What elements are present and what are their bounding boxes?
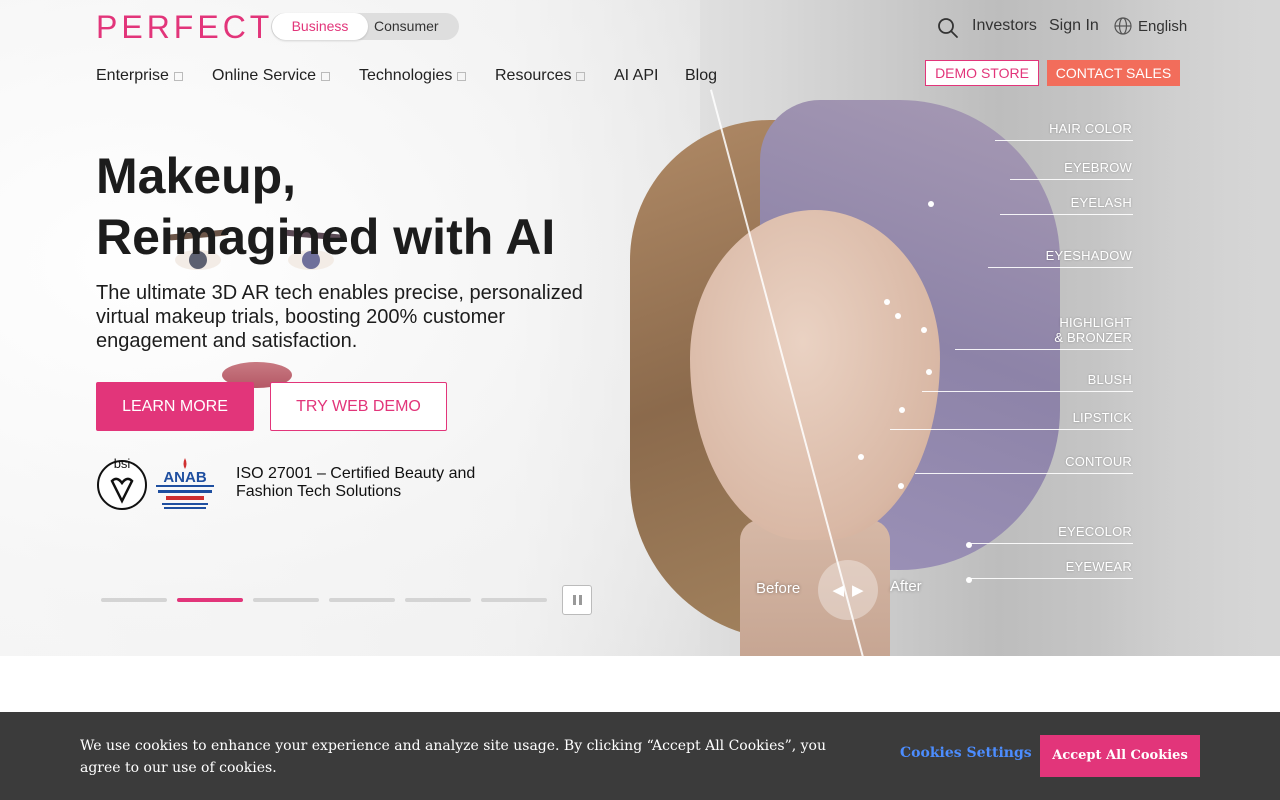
before-label: Before bbox=[756, 580, 801, 597]
slide-indicators bbox=[101, 598, 547, 602]
pause-icon bbox=[572, 595, 576, 605]
feature-hair-color: HAIR COLOR bbox=[1049, 121, 1132, 136]
slide-dot-3[interactable] bbox=[253, 598, 319, 602]
nav-enterprise[interactable]: Enterprise bbox=[96, 67, 183, 85]
feature-bronzer: & BRONZER bbox=[1054, 330, 1132, 345]
chevron-down-icon bbox=[576, 71, 586, 81]
feature-highlight: HIGHLIGHT bbox=[1059, 315, 1132, 330]
model-face-illustration bbox=[560, 90, 1080, 656]
svg-text:bsi: bsi bbox=[114, 456, 131, 471]
toggle-business[interactable]: Business bbox=[272, 13, 368, 40]
feature-lipstick: LIPSTICK bbox=[1072, 410, 1132, 425]
feature-blush: BLUSH bbox=[1087, 372, 1132, 387]
sign-in-link[interactable]: Sign In bbox=[1049, 17, 1099, 35]
slide-dot-5[interactable] bbox=[405, 598, 471, 602]
pause-button[interactable] bbox=[562, 585, 592, 615]
slide-dot-6[interactable] bbox=[481, 598, 547, 602]
perfect-logo[interactable]: PERFECT bbox=[96, 9, 273, 46]
feature-contour: CONTOUR bbox=[1065, 454, 1132, 469]
cookies-settings-link[interactable]: Cookies Settings bbox=[900, 745, 1032, 761]
bsi-logo: bsi bbox=[97, 456, 147, 510]
arrow-right-icon: ▶ bbox=[852, 582, 864, 599]
cookie-banner: We use cookies to enhance your experienc… bbox=[0, 712, 1280, 800]
nav-online-service[interactable]: Online Service bbox=[212, 67, 331, 85]
search-icon[interactable] bbox=[937, 17, 959, 39]
try-web-demo-button[interactable]: TRY WEB DEMO bbox=[270, 382, 447, 431]
face bbox=[690, 210, 940, 540]
language-selector[interactable]: English bbox=[1138, 18, 1187, 35]
chevron-down-icon bbox=[173, 71, 183, 81]
hero-subtext: The ultimate 3D AR tech enables precise,… bbox=[96, 282, 583, 352]
svg-text:ANAB: ANAB bbox=[163, 469, 206, 486]
feature-eyewear: EYEWEAR bbox=[1065, 559, 1132, 574]
feature-eyeshadow: EYESHADOW bbox=[1045, 248, 1132, 263]
chevron-down-icon bbox=[321, 71, 331, 81]
nav-resources[interactable]: Resources bbox=[495, 67, 586, 85]
before-after-slider-handle[interactable]: ◀ ▶ bbox=[818, 560, 878, 620]
nav-technologies[interactable]: Technologies bbox=[359, 67, 467, 85]
arrow-left-icon: ◀ bbox=[832, 582, 844, 599]
toggle-consumer[interactable]: Consumer bbox=[374, 13, 439, 40]
investors-link[interactable]: Investors bbox=[972, 17, 1037, 35]
nav-blog[interactable]: Blog bbox=[685, 67, 717, 85]
chevron-down-icon bbox=[457, 71, 467, 81]
nav-ai-api[interactable]: AI API bbox=[614, 67, 658, 85]
cookie-message: We use cookies to enhance your experienc… bbox=[80, 738, 827, 776]
demo-store-button[interactable]: DEMO STORE bbox=[925, 60, 1039, 86]
slide-dot-1[interactable] bbox=[101, 598, 167, 602]
hero-headline: Makeup, Reimagined with AI bbox=[96, 148, 556, 265]
slide-dot-4[interactable] bbox=[329, 598, 395, 602]
iso-certification-text: ISO 27001 – Certified Beauty and Fashion… bbox=[236, 465, 476, 500]
after-label: After bbox=[890, 578, 922, 595]
slide-dot-2[interactable] bbox=[177, 598, 243, 602]
accept-all-cookies-button[interactable]: Accept All Cookies bbox=[1040, 735, 1200, 777]
learn-more-button[interactable]: LEARN MORE bbox=[96, 382, 254, 431]
anab-logo: ANAB bbox=[156, 458, 214, 509]
feature-eyebrow: EYEBROW bbox=[1064, 160, 1132, 175]
contact-sales-button[interactable]: CONTACT SALES bbox=[1047, 60, 1180, 86]
feature-eyelash: EYELASH bbox=[1070, 195, 1132, 210]
audience-toggle[interactable]: Business Consumer bbox=[271, 13, 459, 40]
globe-icon[interactable] bbox=[1114, 17, 1132, 35]
feature-eyecolor: EYECOLOR bbox=[1058, 524, 1132, 539]
